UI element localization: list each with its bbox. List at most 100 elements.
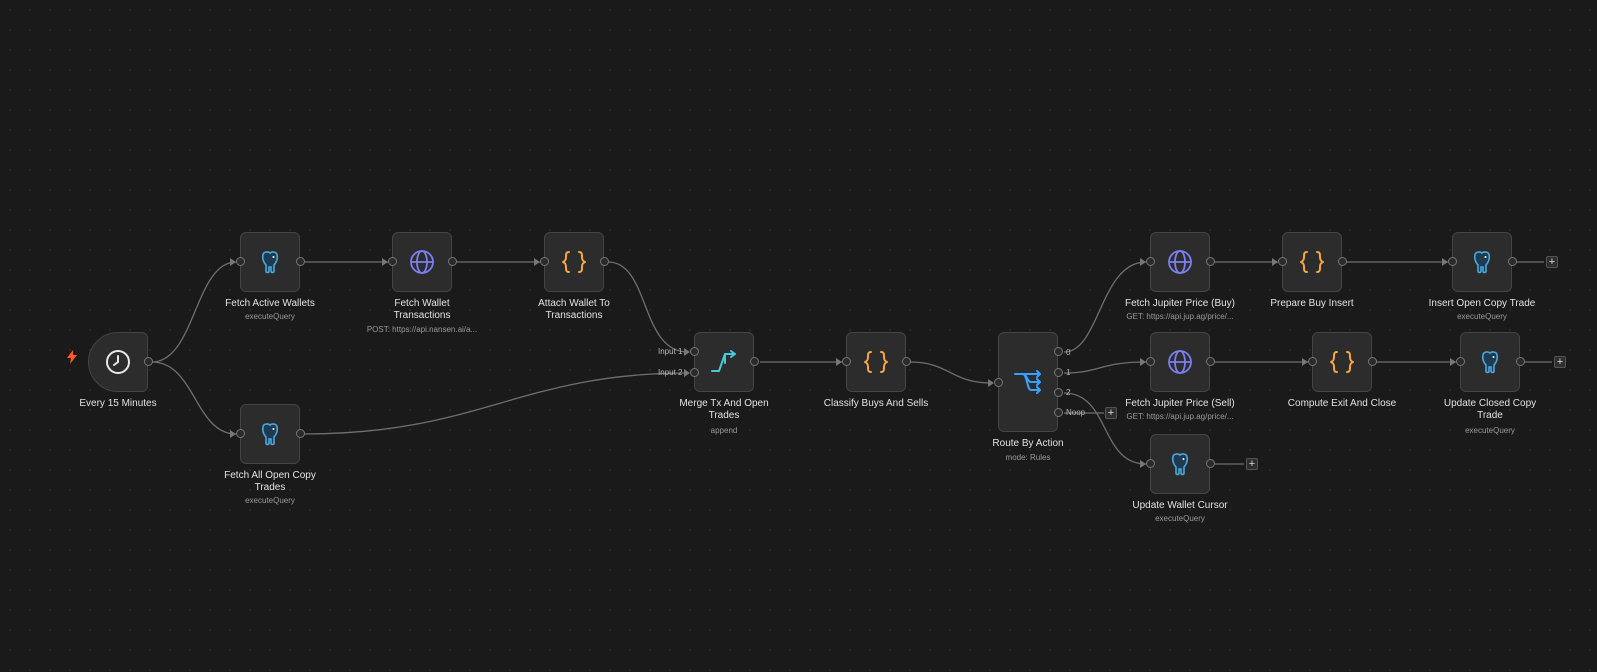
input-port[interactable] <box>842 357 851 366</box>
node-title: Fetch Active Wallets <box>225 298 315 309</box>
output-port[interactable] <box>1516 357 1525 366</box>
globe-icon <box>410 250 434 274</box>
node-compute-exit-and-close[interactable] <box>1312 332 1372 392</box>
node-fetch-wallet-transactions[interactable] <box>392 232 452 292</box>
input-port[interactable] <box>1146 257 1155 266</box>
node-subtitle: executeQuery <box>1465 426 1515 435</box>
output-label-noop: Noop <box>1066 408 1086 417</box>
postgres-elephant-icon <box>1171 453 1189 476</box>
node-subtitle: mode: Rules <box>1005 453 1051 462</box>
node-title: Route By Action <box>992 438 1064 449</box>
input-port[interactable] <box>994 378 1003 387</box>
node-title: Prepare Buy Insert <box>1270 298 1354 309</box>
output-port[interactable] <box>1338 257 1347 266</box>
input-port[interactable] <box>1146 459 1155 468</box>
edge-route1-to-jupiter-sell <box>1063 361 1147 374</box>
output-port[interactable] <box>1206 257 1215 266</box>
output-port[interactable] <box>902 357 911 366</box>
output-label-0: 0 <box>1066 348 1071 357</box>
node-title: Fetch Wallet Transactions <box>393 298 451 321</box>
node-fetch-all-open-copy-trades[interactable] <box>240 404 300 464</box>
code-braces-icon <box>1300 251 1324 273</box>
node-subtitle: GET: https://api.jup.ag/price/... <box>1126 412 1234 421</box>
node-prepare-buy-insert[interactable] <box>1282 232 1342 292</box>
node-title: Compute Exit And Close <box>1287 398 1397 409</box>
output-port-0[interactable] <box>1054 347 1063 356</box>
input-port[interactable] <box>1146 357 1155 366</box>
code-braces-icon <box>1330 351 1354 373</box>
node-subtitle: append <box>710 426 738 435</box>
node-title: Every 15 Minutes <box>79 398 157 409</box>
postgres-elephant-icon <box>1473 251 1491 274</box>
edge-classify-to-route <box>909 361 993 384</box>
output-port[interactable] <box>296 257 305 266</box>
node-title: Insert Open Copy Trade <box>1428 298 1536 309</box>
input-port[interactable] <box>1308 357 1317 366</box>
node-subtitle: executeQuery <box>1155 514 1205 523</box>
postgres-elephant-icon <box>1481 351 1499 374</box>
postgres-elephant-icon <box>261 251 279 274</box>
node-classify-buys-and-sells[interactable] <box>846 332 906 392</box>
output-port-noop[interactable] <box>1054 408 1063 417</box>
node-subtitle: executeQuery <box>245 496 295 505</box>
node-title: Update Wallet Cursor <box>1132 500 1228 511</box>
input-port[interactable] <box>1456 357 1465 366</box>
node-subtitle: POST: https://api.nansen.ai/a... <box>366 325 478 334</box>
output-port[interactable] <box>448 257 457 266</box>
output-port-2[interactable] <box>1054 388 1063 397</box>
trigger-bolt-icon <box>67 350 77 364</box>
input-port-1[interactable] <box>690 347 699 356</box>
code-braces-icon <box>864 351 888 373</box>
node-every-15-minutes[interactable] <box>88 332 148 392</box>
output-port-1[interactable] <box>1054 368 1063 377</box>
add-node-button[interactable]: + <box>1554 356 1566 368</box>
output-port[interactable] <box>1206 357 1215 366</box>
output-port[interactable] <box>1368 357 1377 366</box>
code-braces-icon <box>562 251 586 273</box>
input-port[interactable] <box>1278 257 1287 266</box>
node-title: Classify Buys And Sells <box>823 398 929 409</box>
node-attach-wallet-to-transactions[interactable] <box>544 232 604 292</box>
add-node-button[interactable]: + <box>1246 458 1258 470</box>
output-port[interactable] <box>1508 257 1517 266</box>
output-label-1: 1 <box>1066 368 1071 377</box>
merge-icon <box>711 350 736 372</box>
postgres-elephant-icon <box>261 423 279 446</box>
output-port[interactable] <box>750 357 759 366</box>
node-fetch-active-wallets[interactable] <box>240 232 300 292</box>
clock-icon <box>106 350 130 374</box>
node-subtitle: executeQuery <box>245 312 295 321</box>
node-fetch-jupiter-price-buy[interactable] <box>1150 232 1210 292</box>
output-port[interactable] <box>144 357 153 366</box>
node-merge-tx-and-open-trades[interactable] <box>694 332 754 392</box>
output-label-2: 2 <box>1066 388 1071 397</box>
output-port[interactable] <box>296 429 305 438</box>
node-title: Fetch Jupiter Price (Sell) <box>1125 398 1235 409</box>
input-port[interactable] <box>236 429 245 438</box>
node-title: Update Closed Copy Trade <box>1443 398 1537 421</box>
node-title: Attach Wallet To Transactions <box>538 298 610 321</box>
node-title: Merge Tx And Open Trades <box>679 398 769 421</box>
add-node-button[interactable]: + <box>1546 256 1558 268</box>
input-port[interactable] <box>388 257 397 266</box>
node-subtitle: executeQuery <box>1457 312 1507 321</box>
edge-open-trades-to-merge-input2 <box>303 372 689 435</box>
workflow-canvas[interactable]: Every 15 Minutes Fetch Active Wallets ex… <box>0 0 1597 672</box>
input-port[interactable] <box>540 257 549 266</box>
node-fetch-jupiter-price-sell[interactable] <box>1150 332 1210 392</box>
input-port-2[interactable] <box>690 368 699 377</box>
node-title: Fetch Jupiter Price (Buy) <box>1124 298 1236 309</box>
globe-icon <box>1168 250 1192 274</box>
node-update-wallet-cursor[interactable] <box>1150 434 1210 494</box>
node-route-by-action[interactable] <box>998 332 1058 432</box>
input-port[interactable] <box>236 257 245 266</box>
input-port[interactable] <box>1448 257 1457 266</box>
route-switch-icon <box>1014 370 1041 394</box>
output-port[interactable] <box>600 257 609 266</box>
node-update-closed-copy-trade[interactable] <box>1460 332 1520 392</box>
globe-icon <box>1168 350 1192 374</box>
input-label-2: Input 2 <box>658 368 683 377</box>
node-insert-open-copy-trade[interactable] <box>1452 232 1512 292</box>
output-port[interactable] <box>1206 459 1215 468</box>
node-title: Fetch All Open Copy Trades <box>224 470 316 493</box>
